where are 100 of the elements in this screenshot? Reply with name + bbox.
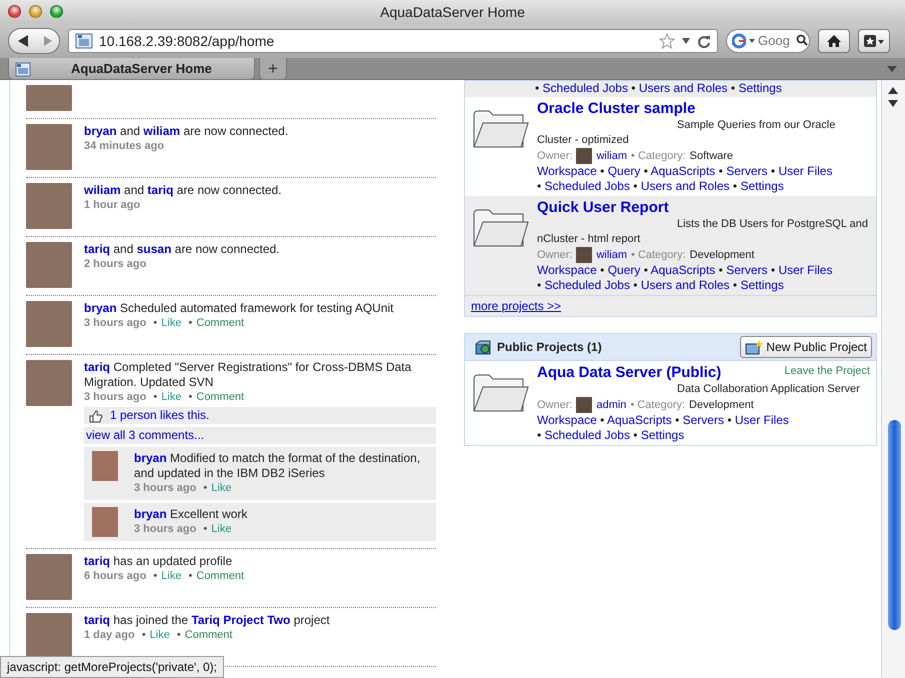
bullet-separator: • [176, 629, 181, 641]
comment-link[interactable]: Comment [196, 317, 244, 329]
project-links: Workspace • Query • AquaScripts • Servers • User Files • Scheduled Jobs • Users and Roles • Settings [537, 263, 834, 293]
project-description: Data Collaboration Application Server [676, 382, 861, 397]
view-comments-link[interactable]: view all 3 comments... [84, 427, 436, 444]
address-field[interactable]: 10.168.2.39:8082/app/home [99, 30, 653, 52]
project-link[interactable]: Tariq Project Two [191, 613, 290, 627]
comment-link[interactable]: Comment [184, 629, 232, 641]
user-link[interactable]: wiliam [84, 183, 121, 197]
category-label: • Category: [630, 398, 686, 413]
close-window-button[interactable] [8, 5, 21, 18]
project-nav-link[interactable]: Settings [738, 81, 782, 95]
project-nav-link[interactable]: Scheduled Jobs [544, 428, 630, 442]
user-link[interactable]: bryan [84, 301, 117, 315]
project-title-link[interactable]: Aqua Data Server (Public) [537, 363, 722, 382]
user-link[interactable]: bryan [134, 507, 167, 521]
user-link[interactable]: wiliam [143, 124, 180, 138]
home-icon [826, 34, 842, 48]
photo-placeholder [26, 85, 72, 111]
feed-message: bryan Scheduled automated framework for testing AQUnit [84, 301, 395, 316]
project-nav-link[interactable]: AquaScripts [607, 413, 672, 427]
minimize-window-button[interactable] [29, 5, 42, 18]
bullet-separator: • [188, 570, 192, 582]
avatar-photo-placeholder [92, 451, 118, 481]
avatar-photo-placeholder [26, 183, 72, 229]
avatar-photo-placeholder [26, 242, 72, 288]
owner-label: Owner: [537, 248, 572, 263]
scrollbar[interactable] [881, 80, 905, 678]
user-link[interactable]: wiliam [596, 247, 628, 263]
new-tab-button[interactable]: + [259, 58, 287, 80]
project-nav-link[interactable]: Servers [726, 164, 768, 178]
project-nav-link[interactable]: AquaScripts [650, 164, 716, 178]
avatar-photo-placeholder [26, 613, 72, 659]
reload-icon[interactable] [697, 33, 711, 49]
user-link[interactable]: tariq [84, 613, 110, 627]
project-nav-link[interactable]: Servers [682, 413, 724, 427]
avatar-photo-placeholder [576, 397, 592, 413]
zoom-window-button[interactable] [50, 5, 63, 18]
search-box[interactable]: Goog [726, 29, 810, 53]
project-links: Workspace • AquaScripts • Servers • User Files • Scheduled Jobs • Settings [537, 413, 790, 443]
timestamp: 3 hours ago [134, 523, 196, 535]
bookmarks-button[interactable] [858, 29, 890, 53]
user-link[interactable]: admin [596, 397, 626, 413]
bullet-separator: • [188, 391, 192, 403]
user-link[interactable]: tariq [84, 360, 110, 374]
comment-message: bryan Modified to match the format of the destination, and updated in the IBM DB2 iSeries [134, 451, 422, 481]
project-nav-link[interactable]: Users and Roles [640, 179, 730, 193]
project-nav-link[interactable]: User Files [778, 164, 832, 178]
project-links: • Scheduled Jobs • Users and Roles • Settings [535, 81, 783, 96]
project-nav-link[interactable]: Settings [740, 278, 784, 292]
user-link[interactable]: tariq [84, 242, 110, 256]
timestamp: 34 minutes ago [84, 140, 164, 152]
user-link[interactable]: tariq [84, 554, 110, 568]
more-projects-link[interactable]: more projects >> [471, 299, 562, 313]
avatar-photo-placeholder [26, 360, 72, 406]
project-nav-link[interactable]: Servers [726, 263, 768, 277]
user-link[interactable]: bryan [84, 124, 117, 138]
home-button[interactable] [818, 29, 850, 53]
user-link[interactable]: tariq [147, 183, 174, 197]
feed-message: tariq has joined the Tariq Project Two project [84, 613, 331, 628]
star-icon[interactable] [659, 33, 675, 49]
comment-link[interactable]: Comment [196, 391, 244, 403]
category-value: Software [690, 149, 734, 164]
project-nav-link[interactable]: Settings [740, 179, 784, 193]
bookmark-star-icon [863, 34, 885, 48]
timestamp: 6 hours ago [84, 570, 146, 582]
timestamp: 1 day ago [84, 629, 135, 641]
user-link[interactable]: wiliam [596, 148, 628, 164]
project-nav-link[interactable]: Users and Roles [640, 278, 730, 292]
comment-link[interactable]: Comment [196, 570, 244, 582]
project-nav-link[interactable]: Query [608, 263, 640, 277]
project-nav-link[interactable]: Workspace [537, 164, 597, 178]
tab-menu-caret-icon[interactable] [887, 66, 897, 72]
user-link[interactable]: bryan [134, 451, 167, 465]
project-nav-link[interactable]: User Files [778, 263, 832, 277]
project-nav-link[interactable]: Workspace [537, 413, 597, 427]
owner-label: Owner: [537, 398, 572, 413]
avatar-photo-placeholder [26, 124, 72, 170]
address-bar[interactable]: 10.168.2.39:8082/app/home [68, 29, 718, 53]
box-sparkle-icon [745, 339, 764, 355]
back-forward-button[interactable] [8, 28, 60, 54]
scroll-thumb[interactable] [888, 420, 901, 630]
new-public-project-button[interactable]: New Public Project [740, 336, 872, 358]
project-nav-link[interactable]: Users and Roles [638, 81, 728, 95]
project-nav-link[interactable]: Settings [640, 428, 684, 442]
project-title-link[interactable]: Oracle Cluster sample [537, 99, 696, 118]
thumbs-up-icon [88, 408, 104, 422]
project-nav-link[interactable]: AquaScripts [650, 263, 716, 277]
project-nav-link[interactable]: Scheduled Jobs [544, 278, 630, 292]
user-link[interactable]: susan [136, 242, 172, 256]
project-nav-link[interactable]: Query [608, 164, 640, 178]
search-icon [796, 34, 808, 48]
browser-tab[interactable]: AquaDataServer Home [8, 58, 255, 80]
project-nav-link[interactable]: Workspace [537, 263, 597, 277]
project-nav-link[interactable]: User Files [734, 413, 789, 427]
project-nav-link[interactable]: Scheduled Jobs [544, 179, 630, 193]
bullet-separator: • [203, 523, 208, 535]
project-title-link[interactable]: Quick User Report [537, 198, 669, 217]
project-nav-link[interactable]: Scheduled Jobs [542, 81, 628, 95]
leave-project-link[interactable]: Leave the Project [784, 363, 870, 380]
